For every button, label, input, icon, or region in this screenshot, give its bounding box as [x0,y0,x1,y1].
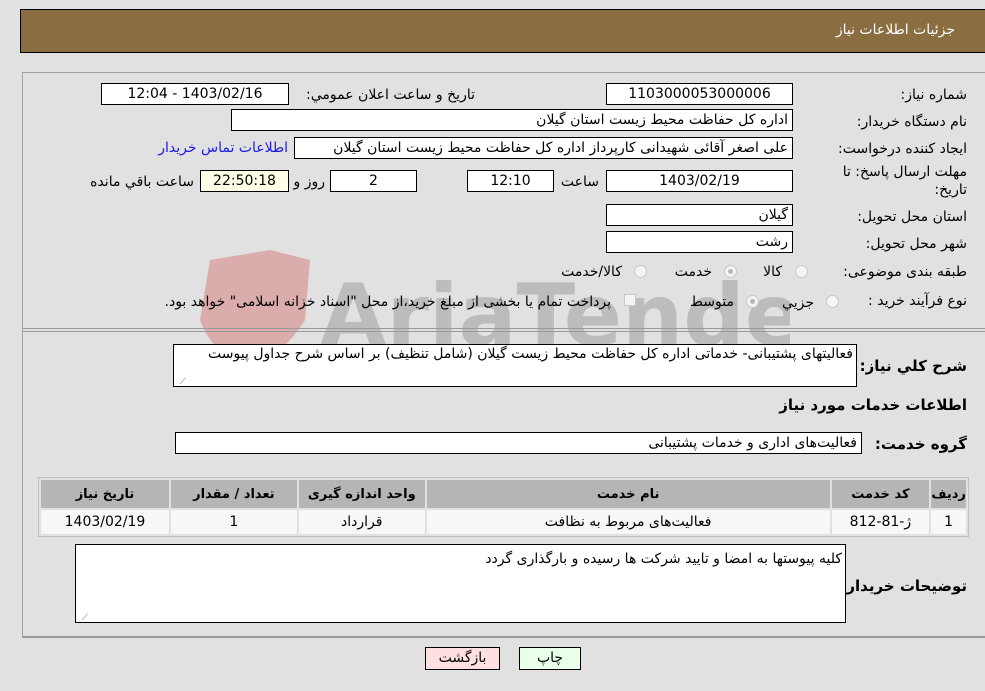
deadline-date-field: 1403/02/19 [606,170,793,192]
days-label: روز و [293,174,326,190]
print-button[interactable]: چاپ [519,647,581,670]
service-group-label: گروه خدمت: [874,435,967,453]
cell-quantity: 1 [170,510,297,534]
back-button[interactable]: بازگشت [425,647,500,670]
requester-field: علی اصغر آقائی شهیدانی کارپرداز اداره کل… [294,137,793,159]
process-radio-medium[interactable] [746,295,759,308]
days-remaining-field: 2 [330,170,417,192]
buyer-notes-textarea[interactable]: کلیه پیوستها به امضا و تایید شرکت ها رسی… [75,544,846,623]
buyer-notes-text: کلیه پیوستها به امضا و تایید شرکت ها رسی… [485,551,842,567]
treasury-checkbox[interactable] [624,294,636,306]
category-radio-goods[interactable] [795,265,808,278]
category-option-goods: کالا [763,264,782,280]
deadline-label: مهلت ارسال پاسخ: تا تاریخ: [842,164,967,198]
category-radio-service[interactable] [724,265,737,278]
time-remaining-label: ساعت باقي مانده [90,174,194,190]
delivery-province-field: گیلان [606,204,793,226]
category-label: طبقه بندی موضوعی: [843,264,967,280]
column-header-quantity: تعداد / مقدار [170,480,297,508]
table-row: 1 ژ-81-812 فعالیت‌های مربوط به نظافت قرا… [41,510,966,534]
column-header-unit: واحد اندازه گیری [298,480,425,508]
resize-grip-icon[interactable]: ⟋ [78,610,88,622]
need-number-label: شماره نیاز: [900,87,968,103]
buyer-notes-label: توضیحات خریدار: [840,577,967,595]
table-header-row: ردیف کد خدمت نام خدمت واحد اندازه گیری ت… [41,480,966,508]
category-radio-goods-service[interactable] [634,265,647,278]
treasury-note: پرداخت تمام یا بخشی از مبلغ خرید،از محل … [164,294,611,310]
cell-need-date: 1403/02/19 [41,510,169,534]
need-number-field: 1103000053000006 [606,83,793,105]
delivery-city-label: شهر محل تحویل: [865,236,967,252]
description-textarea[interactable]: فعالیتهای پشتیبانی- خدماتی اداره کل حفاظ… [173,344,857,387]
section-divider [22,331,985,332]
buyer-contact-link[interactable]: اطلاعات تماس خریدار [158,140,288,156]
cell-unit: قرارداد [298,510,425,534]
requester-label: ایجاد کننده درخواست: [838,141,967,157]
description-text: فعالیتهای پشتیبانی- خدماتی اداره کل حفاظ… [208,346,853,362]
buyer-org-field: اداره کل حفاظت محیط زیست استان گیلان [231,109,793,131]
category-option-service: خدمت [674,264,712,280]
delivery-city-field: رشت [606,231,793,253]
category-option-goods-service: کالا/خدمت [561,264,622,280]
delivery-province-label: استان محل تحویل: [857,209,967,225]
page-header: جزئیات اطلاعات نیاز [20,9,985,53]
panel-border-left [22,72,23,637]
panel-border-top [22,72,985,73]
page-title: جزئیات اطلاعات نیاز [835,22,955,38]
column-header-service-name: نام خدمت [426,480,830,508]
buyer-org-label: نام دستگاه خریدار: [856,114,967,130]
process-option-minor: جزيي [782,295,814,311]
deadline-time-field: 12:10 [467,170,554,192]
purchase-process-label: نوع فرآیند خرید : [868,293,967,309]
section-divider [22,328,985,329]
services-table: ردیف کد خدمت نام خدمت واحد اندازه گیری ت… [38,477,969,537]
time-remaining-field: 22:50:18 [200,170,289,192]
deadline-time-label: ساعت [560,174,599,190]
panel-border-bottom [22,636,985,638]
column-header-service-code: کد خدمت [831,480,930,508]
process-radio-minor[interactable] [826,295,839,308]
announce-datetime-label: تاریخ و ساعت اعلان عمومي: [306,87,475,103]
description-label: شرح کلي نیاز: [859,357,967,375]
cell-row-number: 1 [931,510,966,534]
announce-datetime-field: 1403/02/16 - 12:04 [101,83,289,105]
column-header-row-number: ردیف [931,480,966,508]
column-header-need-date: تاریخ نیاز [41,480,169,508]
process-option-medium: متوسط [690,294,734,310]
services-section-title: اطلاعات خدمات مورد نیاز [779,396,967,414]
service-group-field: فعالیت‌های اداری و خدمات پشتیبانی [175,432,862,454]
cell-service-code: ژ-81-812 [831,510,930,534]
cell-service-name: فعالیت‌های مربوط به نظافت [426,510,830,534]
resize-grip-icon[interactable]: ⟋ [176,374,186,386]
